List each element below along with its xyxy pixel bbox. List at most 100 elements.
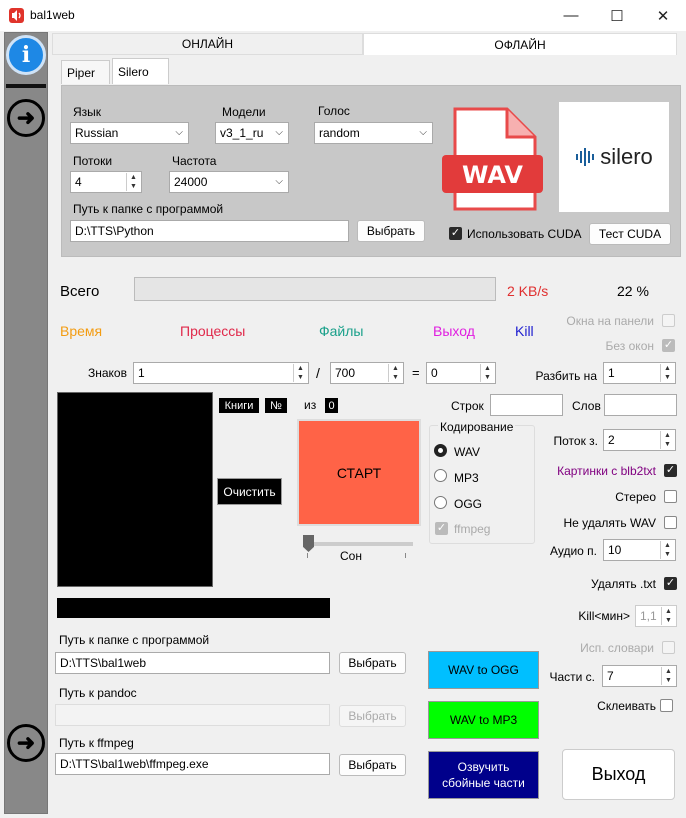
chars-to-spinbox[interactable]: 700 ▲ ▼	[330, 362, 404, 384]
pictures-label: Картинки с blb2txt	[557, 464, 656, 478]
tray-windows-checkbox[interactable]	[662, 314, 675, 327]
ogg-radio[interactable]	[434, 496, 447, 509]
models-label: Модели	[222, 105, 266, 119]
chars-from-spinbox[interactable]: 1 ▲ ▼	[133, 362, 309, 384]
words-field[interactable]	[604, 394, 677, 416]
kill-min-label: Kill<мин>	[578, 609, 630, 623]
processes-stat: Процессы	[180, 323, 246, 339]
ffmpeg-path-label: Путь к ffmpeg	[59, 736, 134, 750]
program-path-field-2[interactable]: D:\TTS\bal1web	[55, 652, 330, 674]
ffmpeg-checkbox[interactable]: ✓	[435, 522, 448, 535]
total-label: Всего	[60, 283, 100, 300]
stream-label: Поток з.	[553, 434, 599, 448]
window-title: bal1web	[30, 8, 75, 22]
total-progress-bar	[134, 277, 496, 301]
files-stat: Файлы	[319, 323, 364, 339]
equals-label: =	[412, 365, 420, 380]
arrow-right-icon[interactable]: ➜	[7, 99, 45, 137]
test-cuda-button[interactable]: Тест CUDA	[589, 223, 671, 245]
percent-value: 22 %	[617, 283, 649, 299]
sleep-label: Сон	[340, 549, 362, 563]
language-select[interactable]: Russian ⌵	[70, 122, 189, 144]
mp3-radio-label: MP3	[454, 471, 479, 485]
pandoc-path-field[interactable]	[55, 704, 330, 726]
dict-checkbox[interactable]	[662, 641, 675, 654]
choose-pandoc-button[interactable]: Выбрать	[339, 705, 406, 727]
sleep-slider-handle[interactable]	[303, 535, 314, 552]
split-spinbox[interactable]: 1 ▲ ▼	[603, 362, 676, 384]
pictures-checkbox[interactable]: ✓	[664, 464, 677, 477]
ffmpeg-path-field[interactable]: D:\TTS\bal1web\ffmpeg.exe	[55, 753, 330, 775]
sidebar	[4, 32, 48, 814]
dict-label: Исп. словари	[580, 641, 654, 655]
cuda-label: Использовать CUDA	[467, 227, 582, 241]
program-path-field[interactable]: D:\TTS\Python	[70, 220, 349, 242]
wav-to-mp3-button[interactable]: WAV to MP3	[428, 701, 539, 739]
number-label: №	[265, 398, 287, 413]
program-path-label-2: Путь к папке с программой	[59, 633, 210, 647]
models-select[interactable]: v3_1_ru ⌵	[215, 122, 289, 144]
tab-offline[interactable]: ОФЛАЙН	[363, 33, 677, 55]
subtab-silero[interactable]: Silero	[112, 58, 169, 84]
glue-label: Склеивать	[597, 699, 656, 713]
exit-button[interactable]: Выход	[562, 749, 675, 800]
mp3-radio[interactable]	[434, 469, 447, 482]
wav-to-ogg-button[interactable]: WAV to OGG	[428, 651, 539, 689]
log-area[interactable]	[57, 392, 213, 587]
time-stat: Время	[60, 323, 103, 339]
sidebar-divider	[6, 84, 46, 88]
encoding-title: Кодирование	[438, 420, 516, 434]
silero-logo: silero	[559, 102, 669, 212]
glue-checkbox[interactable]	[660, 699, 673, 712]
exit-stat: Выход	[433, 323, 475, 339]
rows-field[interactable]	[490, 394, 563, 416]
of-value: 0	[325, 398, 338, 413]
delete-txt-checkbox[interactable]: ✓	[664, 577, 677, 590]
start-button[interactable]: СТАРТ	[297, 419, 421, 526]
kill-stat: Kill	[515, 323, 534, 339]
no-windows-checkbox[interactable]: ✓	[662, 339, 675, 352]
wav-radio[interactable]	[434, 444, 447, 457]
stream-spinbox[interactable]: 2 ▲ ▼	[603, 429, 676, 451]
chars-result-spinbox[interactable]: 0 ▲ ▼	[426, 362, 496, 384]
program-path-label: Путь к папке с программой	[73, 202, 224, 216]
threads-label: Потоки	[73, 154, 113, 168]
chevron-down-icon: ⌵	[275, 127, 283, 138]
slash-label: /	[316, 365, 320, 381]
kill-min-spinbox[interactable]: 1,1 ▲ ▼	[635, 605, 677, 627]
voice-select[interactable]: random ⌵	[314, 122, 433, 144]
clear-button[interactable]: Очистить	[217, 478, 282, 505]
arrow-right-icon-bottom[interactable]: ➜	[7, 724, 45, 762]
chevron-down-icon: ⌵	[275, 176, 283, 187]
keep-wav-label: Не удалять WAV	[563, 516, 656, 530]
app-speaker-icon	[9, 8, 24, 23]
choose-path-button[interactable]: Выбрать	[357, 220, 425, 242]
keep-wav-checkbox[interactable]	[664, 516, 677, 529]
close-button[interactable]: ✕	[640, 0, 686, 31]
stereo-checkbox[interactable]	[664, 490, 677, 503]
subtab-piper[interactable]: Piper	[61, 60, 110, 84]
parts-spinbox[interactable]: 7 ▲ ▼	[602, 665, 677, 687]
choose-program-button[interactable]: Выбрать	[339, 652, 406, 674]
language-label: Язык	[73, 105, 102, 119]
freq-select[interactable]: 24000 ⌵	[169, 171, 289, 193]
books-label: Книги	[219, 398, 259, 413]
voice-label: Голос	[318, 104, 350, 118]
audio-spinbox[interactable]: 10 ▲ ▼	[603, 539, 676, 561]
threads-spinbox[interactable]: 4 ▲ ▼	[70, 171, 142, 193]
status-bar-black	[57, 598, 330, 618]
voice-failed-parts-button[interactable]: Озвучить сбойные части	[428, 751, 539, 799]
cuda-checkbox[interactable]: ✓	[449, 227, 462, 240]
minimize-button[interactable]: —	[548, 0, 594, 31]
ogg-radio-label: OGG	[454, 497, 483, 511]
pandoc-path-label: Путь к pandoc	[59, 686, 137, 700]
tab-online[interactable]: ОНЛАЙН	[52, 33, 363, 55]
sleep-slider-track	[305, 542, 413, 546]
chevron-down-icon: ⌵	[175, 127, 183, 138]
info-icon[interactable]: i	[6, 35, 46, 75]
chevron-down-icon: ⌵	[419, 127, 427, 138]
ffmpeg-label: ffmpeg	[454, 522, 491, 536]
maximize-button[interactable]: ☐	[594, 0, 640, 31]
choose-ffmpeg-button[interactable]: Выбрать	[339, 754, 406, 776]
wav-file-icon: WAV	[441, 107, 544, 213]
